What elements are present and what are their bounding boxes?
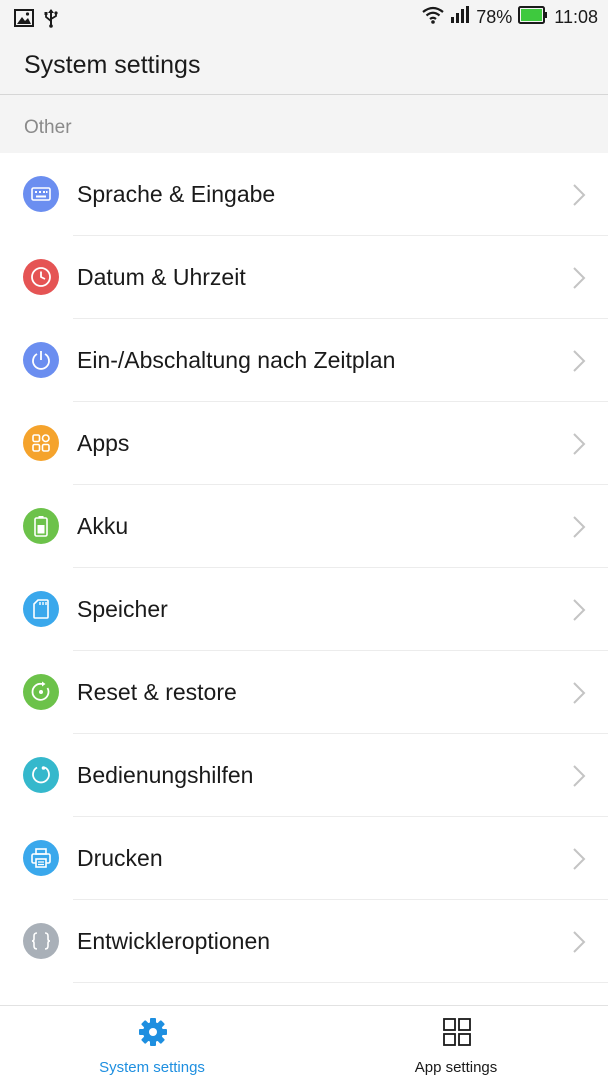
- wifi-icon: [422, 6, 444, 29]
- clock-time: 11:08: [554, 7, 598, 27]
- settings-item-drucken[interactable]: Drucken: [0, 817, 608, 900]
- section-label: Other: [24, 117, 72, 138]
- apps-grid-icon: [443, 1018, 471, 1046]
- accessibility-icon: [23, 757, 59, 793]
- braces-icon: [23, 923, 59, 959]
- settings-item-label: Drucken: [77, 845, 163, 871]
- settings-item-bedienungshilfen[interactable]: Bedienungshilfen: [0, 734, 608, 817]
- settings-item-reset[interactable]: Reset & restore: [0, 651, 608, 734]
- settings-item-label: Bedienungshilfen: [77, 762, 254, 788]
- tab-system-settings[interactable]: System settings: [0, 1006, 304, 1081]
- chevron-right-icon: [573, 931, 586, 953]
- page-title: System settings: [24, 51, 201, 79]
- restore-icon: [23, 674, 59, 710]
- chevron-right-icon: [573, 682, 586, 704]
- settings-item-akku[interactable]: Akku: [0, 485, 608, 568]
- section-header: Other: [0, 95, 608, 153]
- settings-item-label: Akku: [77, 513, 129, 539]
- chevron-right-icon: [573, 267, 586, 289]
- settings-item-label: Ein-/Abschaltung nach Zeitplan: [77, 347, 396, 373]
- settings-item-zeitplan[interactable]: Ein-/Abschaltung nach Zeitplan: [0, 319, 608, 402]
- divider: [73, 982, 608, 983]
- image-icon: [14, 9, 34, 32]
- signal-icon: [450, 6, 470, 29]
- status-bar: 78% 11:08: [0, 0, 608, 36]
- bottom-nav: System settings App settings: [0, 1005, 608, 1081]
- power-icon: [23, 342, 59, 378]
- chevron-right-icon: [573, 765, 586, 787]
- clock-icon: [23, 259, 59, 295]
- gear-icon: [139, 1018, 167, 1046]
- settings-item-datum[interactable]: Datum & Uhrzeit: [0, 236, 608, 319]
- settings-item-speicher[interactable]: Speicher: [0, 568, 608, 651]
- usb-icon: [44, 8, 58, 33]
- battery-icon: [518, 6, 548, 29]
- battery-icon: [23, 508, 59, 544]
- tab-app-settings[interactable]: App settings: [304, 1006, 608, 1081]
- tab-label: App settings: [414, 1059, 498, 1076]
- settings-item-label: Apps: [77, 430, 130, 456]
- settings-item-sprache[interactable]: Sprache & Eingabe: [0, 153, 608, 236]
- settings-item-entwickleroptionen[interactable]: Entwickleroptionen: [0, 900, 608, 983]
- chevron-right-icon: [573, 433, 586, 455]
- settings-item-label: Reset & restore: [77, 679, 237, 705]
- chevron-right-icon: [573, 516, 586, 538]
- apps-grid-icon: [23, 425, 59, 461]
- settings-item-label: Speicher: [77, 596, 168, 622]
- chevron-right-icon: [573, 184, 586, 206]
- settings-item-apps[interactable]: Apps: [0, 402, 608, 485]
- chevron-right-icon: [573, 848, 586, 870]
- sd-card-icon: [23, 591, 59, 627]
- tab-label: System settings: [99, 1059, 205, 1076]
- settings-list: Sprache & Eingabe Datum & Uhrzeit Ein-/A…: [0, 153, 608, 1005]
- chevron-right-icon: [573, 599, 586, 621]
- battery-percent: 78%: [476, 7, 513, 27]
- chevron-right-icon: [573, 350, 586, 372]
- title-bar: System settings: [0, 36, 608, 95]
- settings-item-label: Sprache & Eingabe: [77, 181, 276, 207]
- keyboard-icon: [23, 176, 59, 212]
- settings-item-label: Datum & Uhrzeit: [77, 264, 246, 290]
- settings-item-label: Entwickleroptionen: [77, 928, 271, 954]
- printer-icon: [23, 840, 59, 876]
